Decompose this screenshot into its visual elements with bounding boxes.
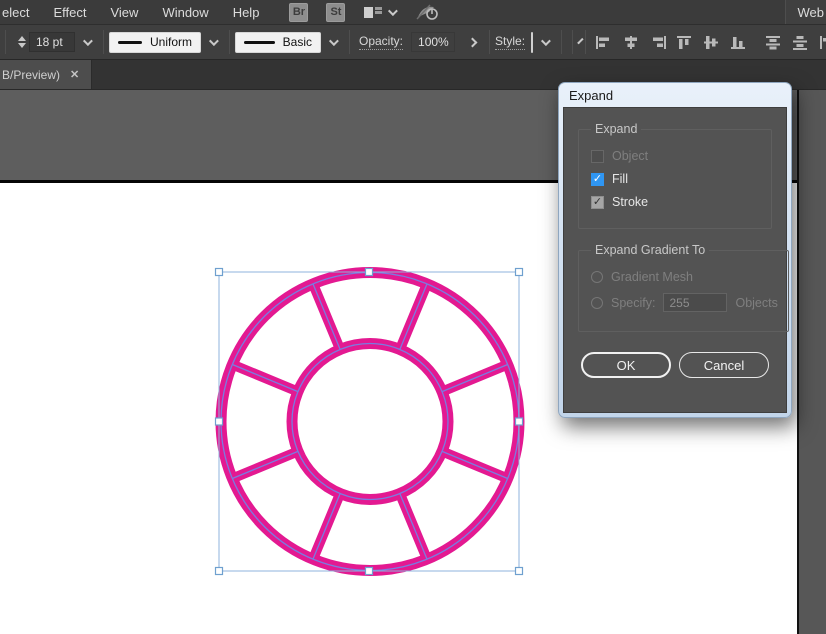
bridge-button[interactable]: Br bbox=[289, 3, 308, 22]
specify-label: Specify: bbox=[611, 296, 655, 310]
align-controls bbox=[595, 35, 826, 50]
stroke-option-row: Stroke bbox=[591, 195, 761, 209]
specify-radio bbox=[591, 297, 603, 309]
divider bbox=[561, 30, 562, 54]
control-bar: 18 pt Uniform Basic Opacity: 100% Style: bbox=[0, 24, 826, 60]
dialog-body: Expand Object Fill Stroke Expand Gradien… bbox=[563, 107, 787, 413]
divider bbox=[489, 30, 490, 54]
chevron-down-icon bbox=[577, 37, 583, 43]
sync-status-button[interactable] bbox=[415, 3, 439, 21]
expand-group-label: Expand bbox=[591, 122, 641, 136]
divider bbox=[572, 30, 573, 54]
workspace-label: Web bbox=[798, 5, 825, 20]
object-checkbox bbox=[591, 150, 604, 163]
opacity-expand-button[interactable] bbox=[461, 32, 484, 52]
stroke-preview-icon bbox=[118, 41, 142, 44]
width-profile-dropdown[interactable]: Uniform bbox=[109, 32, 201, 53]
stroke-weight-dropdown-button[interactable] bbox=[75, 32, 98, 52]
document-tab-label: B/Preview) bbox=[2, 68, 60, 82]
menu-effect[interactable]: Effect bbox=[41, 0, 98, 24]
chevron-down-icon bbox=[541, 36, 551, 46]
chevron-down-icon bbox=[329, 36, 339, 46]
align-vertical-center-icon[interactable] bbox=[703, 35, 721, 50]
align-top-icon[interactable] bbox=[676, 35, 694, 50]
arrange-documents-button[interactable] bbox=[363, 5, 395, 20]
divider bbox=[585, 30, 586, 54]
stock-button[interactable]: St bbox=[326, 3, 345, 22]
object-label: Object bbox=[612, 149, 648, 163]
cancel-button[interactable]: Cancel bbox=[679, 352, 769, 378]
panel-dock-strip[interactable] bbox=[797, 90, 826, 634]
gradient-mesh-row: Gradient Mesh bbox=[591, 270, 778, 284]
brush-dropdown[interactable]: Basic bbox=[235, 32, 321, 53]
expand-options-group: Expand Object Fill Stroke bbox=[578, 122, 772, 229]
opacity-field[interactable]: 100% bbox=[411, 32, 455, 52]
arrange-documents-icon bbox=[363, 5, 383, 20]
chevron-down-icon bbox=[388, 6, 398, 16]
fill-option-row: Fill bbox=[591, 172, 761, 186]
gradient-group-label: Expand Gradient To bbox=[591, 243, 709, 257]
gradient-mesh-radio bbox=[591, 271, 603, 283]
menu-help[interactable]: Help bbox=[221, 0, 272, 24]
chevron-right-icon bbox=[468, 37, 478, 47]
opacity-link[interactable]: Opacity: bbox=[359, 34, 403, 50]
fill-checkbox[interactable] bbox=[591, 173, 604, 186]
menu-window[interactable]: Window bbox=[150, 0, 220, 24]
align-horizontal-center-icon[interactable] bbox=[622, 35, 640, 50]
objects-label: Objects bbox=[735, 296, 777, 310]
stroke-weight-stepper[interactable] bbox=[15, 36, 29, 48]
menu-bar: elect Effect View Window Help Br St Web bbox=[0, 0, 826, 24]
dialog-title-bar[interactable]: Expand bbox=[559, 83, 791, 107]
ok-button[interactable]: OK bbox=[581, 352, 671, 378]
stroke-preview-icon bbox=[244, 41, 275, 44]
illustrator-window: elect Effect View Window Help Br St Web bbox=[0, 0, 826, 634]
sync-disabled-icon bbox=[415, 3, 439, 21]
divider bbox=[5, 30, 6, 54]
distribute-vertical-center-icon[interactable] bbox=[792, 35, 810, 50]
divider bbox=[229, 30, 230, 54]
chevron-down-icon bbox=[83, 36, 93, 46]
divider bbox=[349, 30, 350, 54]
gradient-mesh-label: Gradient Mesh bbox=[611, 270, 693, 284]
expand-gradient-group: Expand Gradient To Gradient Mesh Specify… bbox=[578, 243, 789, 332]
distribute-bottom-icon[interactable] bbox=[819, 35, 826, 50]
width-profile-value: Uniform bbox=[150, 35, 192, 49]
brush-value: Basic bbox=[283, 35, 312, 49]
menu-select[interactable]: elect bbox=[0, 0, 41, 24]
width-profile-dropdown-button[interactable] bbox=[201, 32, 224, 52]
workspace-switcher[interactable]: Web bbox=[785, 0, 826, 24]
align-right-icon[interactable] bbox=[649, 35, 667, 50]
stroke-checkbox[interactable] bbox=[591, 196, 604, 209]
fill-label: Fill bbox=[612, 172, 628, 186]
specify-input bbox=[663, 293, 727, 312]
menu-view[interactable]: View bbox=[98, 0, 150, 24]
chevron-down-icon bbox=[209, 36, 219, 46]
object-option-row: Object bbox=[591, 149, 761, 163]
tab-close-icon[interactable]: ✕ bbox=[70, 68, 79, 81]
dialog-buttons: OK Cancel bbox=[578, 352, 772, 378]
stroke-label: Stroke bbox=[612, 195, 648, 209]
stroke-weight-field[interactable]: 18 pt bbox=[29, 32, 75, 52]
expand-dialog: Expand Expand Object Fill Stroke E bbox=[558, 82, 792, 418]
align-left-icon[interactable] bbox=[595, 35, 613, 50]
distribute-top-icon[interactable] bbox=[765, 35, 783, 50]
document-tab[interactable]: B/Preview) ✕ bbox=[0, 60, 92, 89]
style-dropdown-button[interactable] bbox=[533, 32, 556, 52]
divider bbox=[103, 30, 104, 54]
align-bottom-icon[interactable] bbox=[730, 35, 748, 50]
brush-dropdown-button[interactable] bbox=[321, 32, 344, 52]
dialog-title: Expand bbox=[569, 88, 613, 103]
specify-row: Specify: Objects bbox=[591, 293, 778, 312]
style-link[interactable]: Style: bbox=[495, 34, 525, 50]
